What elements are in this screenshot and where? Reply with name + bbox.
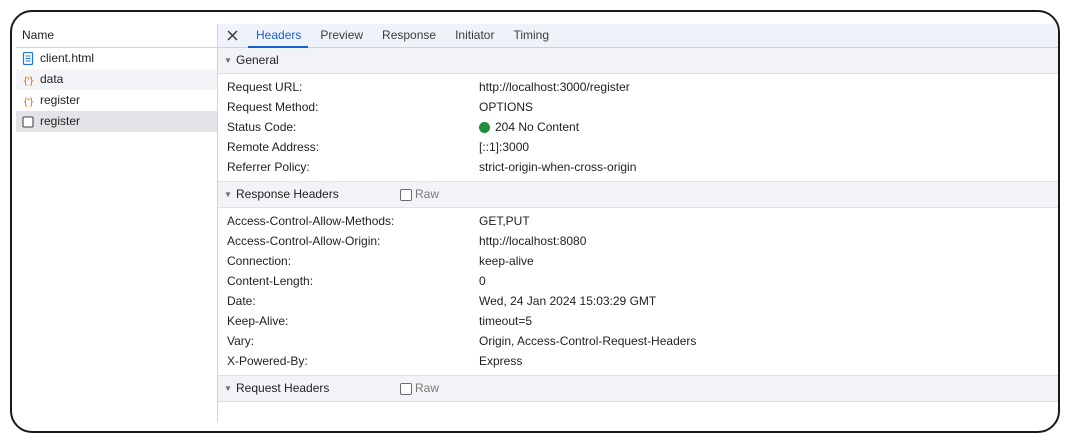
- fetch-icon: {}: [21, 73, 35, 87]
- header-row: X-Powered-By: Express: [218, 351, 1058, 371]
- close-icon[interactable]: [218, 24, 246, 47]
- response-headers-body: Access-Control-Allow-Methods: GET,PUT Ac…: [218, 208, 1058, 375]
- svg-text:{}: {}: [22, 76, 34, 86]
- header-value: Origin, Access-Control-Request-Headers: [479, 334, 697, 348]
- document-icon: [21, 52, 35, 66]
- request-headers-section-header[interactable]: ▼ Request Headers Raw: [218, 375, 1058, 402]
- status-code-text: 204 No Content: [495, 120, 580, 134]
- expand-triangle-icon: ▼: [224, 56, 232, 65]
- header-key: Status Code:: [227, 120, 297, 134]
- header-key: X-Powered-By:: [227, 354, 308, 368]
- raw-checkbox[interactable]: [400, 188, 412, 201]
- section-title: General: [236, 53, 279, 67]
- response-headers-section-header[interactable]: ▼ Response Headers Raw: [218, 181, 1058, 208]
- header-key: Request URL:: [227, 80, 303, 94]
- header-value: http://localhost:8080: [479, 234, 587, 248]
- header-value: Express: [479, 354, 523, 368]
- header-row: Vary: Origin, Access-Control-Request-Hea…: [218, 331, 1058, 351]
- header-row: Content-Length: 0: [218, 271, 1058, 291]
- header-key: Date:: [227, 294, 256, 308]
- svg-text:{}: {}: [22, 97, 34, 107]
- request-item-label: data: [40, 72, 64, 86]
- header-row: Access-Control-Allow-Origin: http://loca…: [218, 231, 1058, 251]
- request-item-register-fetch[interactable]: {} register: [16, 90, 217, 111]
- header-value: GET,PUT: [479, 214, 530, 228]
- raw-checkbox[interactable]: [400, 382, 412, 395]
- header-row: Status Code: 204 No Content: [218, 117, 1058, 137]
- header-value: timeout=5: [479, 314, 533, 328]
- header-key: Access-Control-Allow-Methods:: [227, 214, 395, 228]
- header-row: Keep-Alive: timeout=5: [218, 311, 1058, 331]
- details-tab-bar: Headers Preview Response Initiator Timin…: [218, 24, 1058, 48]
- devtools-window: Name client.html {} data {} register reg…: [10, 10, 1060, 433]
- header-row: Connection: keep-alive: [218, 251, 1058, 271]
- header-key: Remote Address:: [227, 140, 320, 154]
- tab-timing[interactable]: Timing: [503, 24, 558, 47]
- tab-headers[interactable]: Headers: [246, 24, 310, 48]
- header-value: Wed, 24 Jan 2024 15:03:29 GMT: [479, 294, 657, 308]
- request-item-data[interactable]: {} data: [16, 69, 217, 90]
- status-code-value: 204 No Content: [479, 117, 579, 137]
- raw-label: Raw: [415, 381, 440, 395]
- request-item-register-preflight[interactable]: register: [16, 111, 217, 132]
- status-ok-dot-icon: [479, 121, 490, 133]
- header-row: Referrer Policy: strict-origin-when-cros…: [218, 157, 1058, 177]
- raw-toggle[interactable]: Raw: [400, 376, 439, 401]
- request-item-client-html[interactable]: client.html: [16, 48, 217, 69]
- header-value: 0: [479, 274, 486, 288]
- general-section-body: Request URL: http://localhost:3000/regis…: [218, 74, 1058, 181]
- name-column-header[interactable]: Name: [16, 24, 217, 48]
- raw-label: Raw: [415, 187, 440, 201]
- header-row: Remote Address: [::1]:3000: [218, 137, 1058, 157]
- header-row: Request Method: OPTIONS: [218, 97, 1058, 117]
- expand-triangle-icon: ▼: [224, 190, 232, 199]
- header-key: Referrer Policy:: [227, 160, 310, 174]
- header-row: Access-Control-Allow-Methods: GET,PUT: [218, 211, 1058, 231]
- expand-triangle-icon: ▼: [224, 384, 232, 393]
- header-value: keep-alive: [479, 254, 534, 268]
- fetch-icon: {}: [21, 94, 35, 108]
- tab-initiator[interactable]: Initiator: [445, 24, 503, 47]
- request-item-label: client.html: [40, 51, 95, 65]
- header-key: Connection:: [227, 254, 292, 268]
- tab-response[interactable]: Response: [372, 24, 445, 47]
- section-title: Request Headers: [236, 381, 330, 395]
- request-details-panel: Headers Preview Response Initiator Timin…: [218, 24, 1058, 422]
- header-value: strict-origin-when-cross-origin: [479, 160, 637, 174]
- tab-preview[interactable]: Preview: [310, 24, 372, 47]
- general-section-header[interactable]: ▼ General: [218, 48, 1058, 74]
- request-item-label: register: [40, 114, 81, 128]
- header-row: Date: Wed, 24 Jan 2024 15:03:29 GMT: [218, 291, 1058, 311]
- header-key: Request Method:: [227, 100, 319, 114]
- header-row: Request URL: http://localhost:3000/regis…: [218, 77, 1058, 97]
- section-title: Response Headers: [236, 187, 339, 201]
- header-value: OPTIONS: [479, 100, 534, 114]
- header-key: Keep-Alive:: [227, 314, 289, 328]
- header-value: [::1]:3000: [479, 140, 530, 154]
- request-item-label: register: [40, 93, 81, 107]
- other-request-icon: [21, 115, 35, 129]
- header-value: http://localhost:3000/register: [479, 80, 630, 94]
- raw-toggle[interactable]: Raw: [400, 182, 439, 207]
- header-key: Vary:: [227, 334, 255, 348]
- header-key: Content-Length:: [227, 274, 314, 288]
- header-key: Access-Control-Allow-Origin:: [227, 234, 381, 248]
- request-list: Name client.html {} data {} register reg…: [16, 24, 218, 422]
